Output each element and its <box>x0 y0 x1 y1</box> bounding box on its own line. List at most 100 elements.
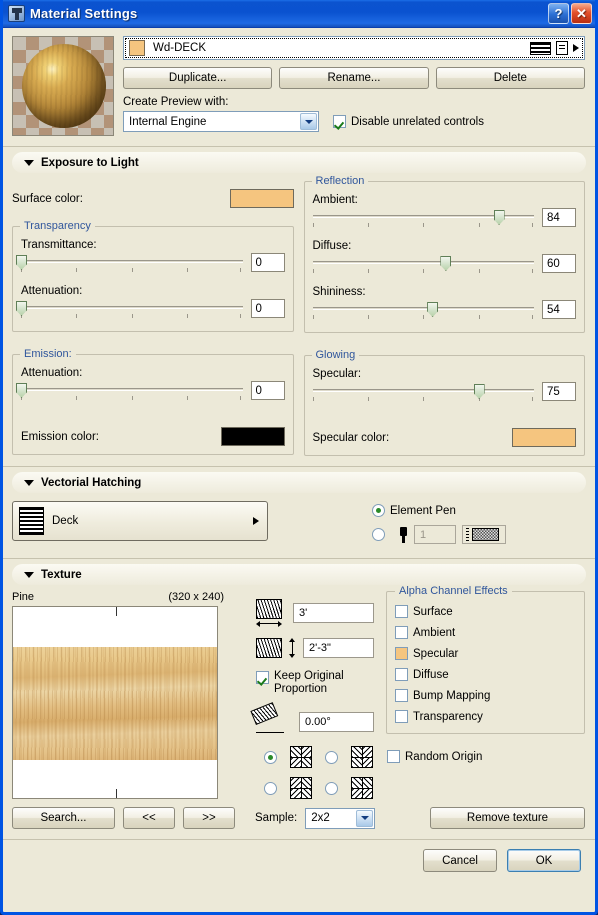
section-vectorial-hatching[interactable]: Vectorial Hatching <box>12 472 586 493</box>
alpha-diffuse-row[interactable]: Diffuse <box>395 668 576 681</box>
help-button[interactable]: ? <box>548 3 569 24</box>
mirror-none-radio[interactable] <box>264 750 277 764</box>
slider-track <box>21 260 243 263</box>
ambient-row: 84 <box>312 208 576 232</box>
ok-button[interactable]: OK <box>507 849 581 872</box>
remove-texture-button[interactable]: Remove texture <box>430 807 585 829</box>
alpha-diffuse-checkbox[interactable] <box>395 668 408 681</box>
specular-color-swatch[interactable] <box>512 428 576 447</box>
ambient-slider[interactable] <box>312 210 534 232</box>
alpha-bump-checkbox[interactable] <box>395 689 408 702</box>
alpha-specular-label: Specular <box>413 647 459 660</box>
alpha-ambient-row[interactable]: Ambient <box>395 626 576 639</box>
pen-options: Element Pen 1 <box>372 501 506 544</box>
texture-width-icon <box>256 599 286 627</box>
texture-name: Pine <box>12 591 35 603</box>
rename-button[interactable]: Rename... <box>279 67 429 89</box>
pen-dash-icon <box>466 528 469 541</box>
texture-width-field[interactable]: 3' <box>293 602 374 623</box>
section-exposure-to-light[interactable]: Exposure to Light <box>12 152 586 173</box>
surface-color-swatch[interactable] <box>229 189 294 208</box>
random-origin-row[interactable]: Random Origin <box>386 750 585 763</box>
material-icon <box>8 5 25 22</box>
custom-pen-radio[interactable] <box>372 528 385 541</box>
preview-sphere <box>22 44 106 128</box>
keep-proportion-row[interactable]: Keep Original Proportion <box>256 670 374 696</box>
texture-image <box>13 647 217 760</box>
alpha-ambient-checkbox[interactable] <box>395 626 408 639</box>
slider-track <box>312 261 534 264</box>
ambient-value[interactable]: 84 <box>542 208 576 227</box>
texture-header: Pine (320 x 240) <box>12 591 224 603</box>
pen-pattern-field[interactable] <box>462 525 506 544</box>
transmittance-value[interactable]: 0 <box>250 253 285 272</box>
specular-row: 75 <box>312 382 576 406</box>
section-hatching-title: Vectorial Hatching <box>41 476 142 489</box>
chevron-down-icon[interactable] <box>300 113 317 130</box>
alpha-surface-row[interactable]: Surface <box>395 605 576 618</box>
slider-ticks <box>21 314 243 319</box>
transparency-attenuation-value[interactable]: 0 <box>250 299 285 318</box>
texture-height-row: 2'-3" <box>256 638 374 658</box>
shininess-slider[interactable] <box>312 302 534 324</box>
element-pen-row[interactable]: Element Pen <box>372 504 506 517</box>
delete-button[interactable]: Delete <box>435 67 585 89</box>
pen-icon <box>399 526 408 543</box>
keep-proportion-checkbox[interactable] <box>256 671 269 684</box>
transmittance-control: Transmittance: 0 <box>16 239 285 277</box>
chevron-down-icon <box>24 159 34 166</box>
previous-texture-button[interactable]: << <box>123 807 175 829</box>
alpha-bump-row[interactable]: Bump Mapping <box>395 689 576 702</box>
search-button[interactable]: Search... <box>12 807 115 829</box>
section-texture[interactable]: Texture <box>12 564 586 585</box>
mirror-both-radio[interactable] <box>325 781 338 795</box>
disable-unrelated-row[interactable]: Disable unrelated controls <box>333 115 484 128</box>
mirror-horizontal-radio[interactable] <box>325 750 338 764</box>
diffuse-slider[interactable] <box>312 256 534 278</box>
material-name-field[interactable]: Wd-DECK <box>123 36 585 60</box>
cancel-button[interactable]: Cancel <box>423 849 497 872</box>
material-controls: Wd-DECK Duplicate... Rename... Delete Cr… <box>123 36 585 136</box>
preview-engine-select[interactable]: Internal Engine <box>123 111 319 132</box>
alpha-transparency-checkbox[interactable] <box>395 710 408 723</box>
alpha-specular-checkbox[interactable] <box>395 647 408 660</box>
pen-number-field[interactable]: 1 <box>414 525 456 544</box>
chevron-right-icon[interactable] <box>573 44 579 52</box>
alpha-surface-checkbox[interactable] <box>395 605 408 618</box>
disable-unrelated-checkbox[interactable] <box>333 115 346 128</box>
alpha-transparency-row[interactable]: Transparency <box>395 710 576 723</box>
emission-attenuation-slider[interactable] <box>16 383 243 405</box>
chevron-down-icon <box>24 571 34 578</box>
emission-group: Emission: Attenuation: 0 Emission color: <box>12 348 294 455</box>
specular-slider[interactable] <box>312 384 534 406</box>
diffuse-value[interactable]: 60 <box>542 254 576 273</box>
specular-value[interactable]: 75 <box>542 382 576 401</box>
texture-origin-tick-top <box>116 607 117 616</box>
pen-fill-icon <box>472 528 499 541</box>
hatch-pattern-name: Deck <box>52 515 79 527</box>
shininess-value[interactable]: 54 <box>542 300 576 319</box>
alpha-specular-row[interactable]: Specular <box>395 647 576 660</box>
next-texture-button[interactable]: >> <box>183 807 235 829</box>
texture-height-field[interactable]: 2'-3" <box>303 638 374 658</box>
texture-controls: Pine (320 x 240) 3' 2'-3" Keep Original … <box>3 585 595 799</box>
sample-select[interactable]: 2x2 <box>305 807 376 829</box>
duplicate-button[interactable]: Duplicate... <box>123 67 273 89</box>
hatch-pattern-select[interactable]: Deck <box>12 501 268 541</box>
transmittance-row: 0 <box>16 253 285 277</box>
chevron-down-icon[interactable] <box>356 809 374 827</box>
random-origin-checkbox[interactable] <box>387 750 400 763</box>
transparency-attenuation-slider[interactable] <box>16 301 243 323</box>
emission-attenuation-value[interactable]: 0 <box>250 381 285 400</box>
element-pen-radio[interactable] <box>372 504 385 517</box>
transmittance-slider[interactable] <box>16 255 243 277</box>
alpha-channel-legend: Alpha Channel Effects <box>395 585 512 597</box>
emission-color-swatch[interactable] <box>220 427 285 446</box>
material-preview[interactable] <box>12 36 114 136</box>
hatch-pattern-icon <box>19 507 44 535</box>
close-icon[interactable]: ✕ <box>571 3 592 24</box>
rotation-angle-icon <box>250 702 286 734</box>
mirror-vertical-radio[interactable] <box>264 781 277 795</box>
texture-angle-field[interactable]: 0.00° <box>299 712 374 732</box>
texture-preview[interactable] <box>12 606 218 799</box>
